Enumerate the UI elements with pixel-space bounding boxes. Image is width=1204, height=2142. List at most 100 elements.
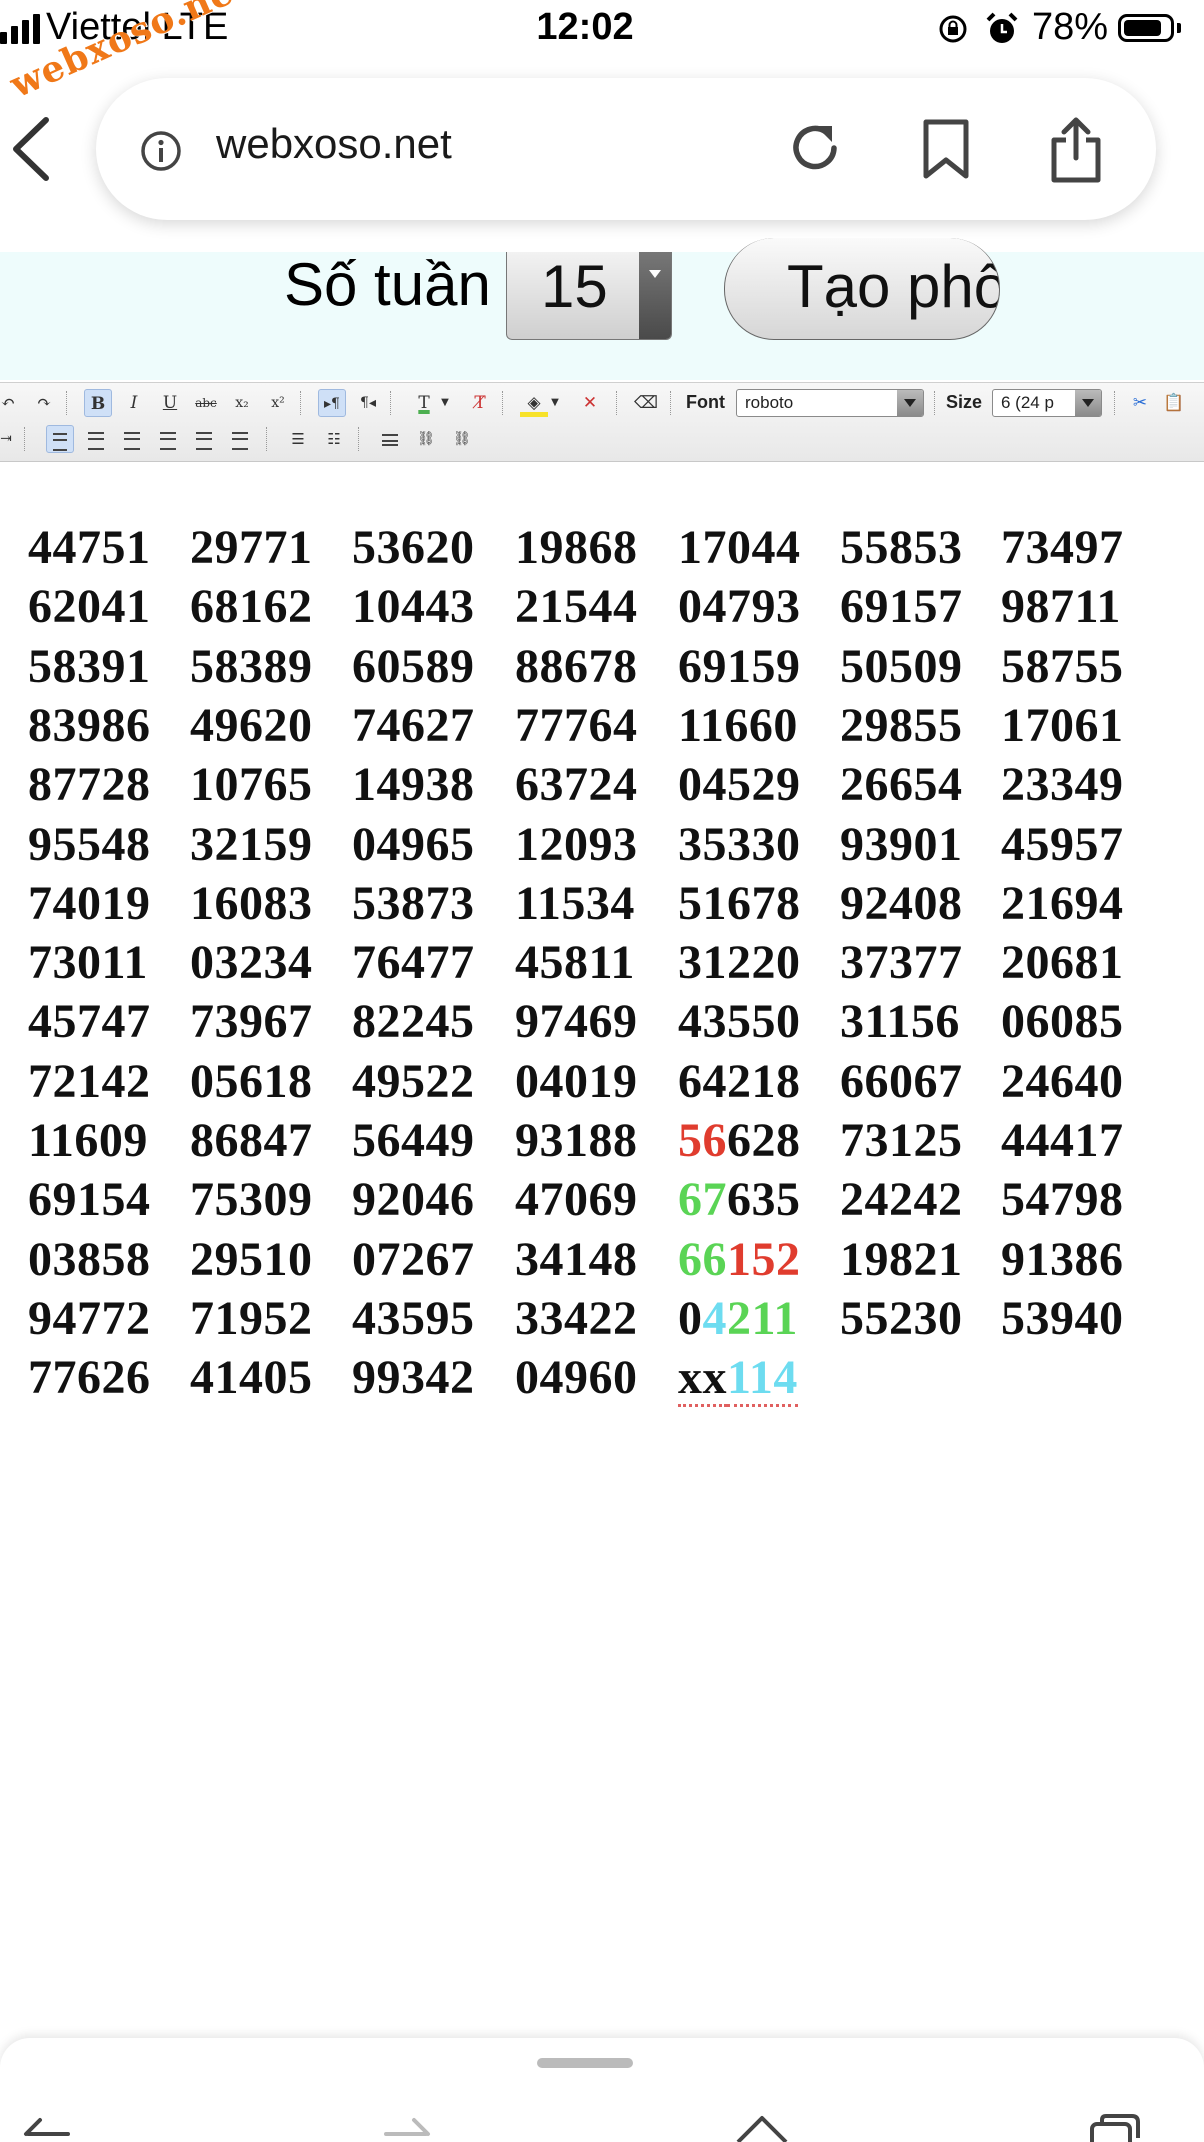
chevron-down-icon[interactable]: ▼: [548, 389, 562, 417]
nav-forward-icon[interactable]: [376, 2112, 436, 2142]
number-cell: 10765: [190, 755, 313, 814]
back-icon[interactable]: [8, 114, 52, 184]
number-cell: 73125: [840, 1111, 963, 1170]
indent-icon[interactable]: ⇥: [0, 425, 20, 453]
weeks-select[interactable]: 15: [506, 252, 672, 340]
remove-highlight-icon[interactable]: ✕: [576, 389, 604, 417]
size-select[interactable]: 6 (24 p: [992, 389, 1102, 417]
redo-icon[interactable]: ↷: [30, 389, 58, 417]
create-spectrum-button[interactable]: Tạo phổ: [724, 238, 1000, 340]
font-select[interactable]: roboto: [736, 389, 924, 417]
number-segment: 53620: [352, 521, 475, 574]
chevron-down-icon[interactable]: [639, 252, 671, 339]
number-segment: 67: [678, 1173, 727, 1227]
bookmark-icon[interactable]: [920, 118, 972, 180]
eraser-icon[interactable]: ⌫: [632, 389, 660, 417]
number-cell: 17061: [1001, 696, 1124, 755]
number-cell: 31156: [840, 992, 960, 1051]
number-cell: 53940: [1001, 1289, 1124, 1348]
reload-icon[interactable]: [786, 118, 846, 178]
battery-icon: [1118, 14, 1174, 42]
number-cell: 93901: [840, 815, 963, 874]
strikethrough-icon[interactable]: abc: [192, 389, 220, 417]
font-label: Font: [686, 392, 725, 412]
cut-icon[interactable]: ✂: [1126, 389, 1154, 417]
number-segment: 74627: [352, 698, 475, 752]
align-center-icon[interactable]: [118, 425, 146, 453]
number-segment: 06085: [1001, 995, 1124, 1049]
number-cell: 88678: [515, 637, 638, 696]
tabs-icon[interactable]: [1086, 2112, 1146, 2142]
number-cell: 76477: [352, 933, 475, 992]
sheet-grabber[interactable]: [537, 2058, 633, 2068]
number-segment: 53940: [1001, 1291, 1124, 1345]
align-left-plain-icon[interactable]: [82, 425, 110, 453]
rtl-icon[interactable]: ¶◂: [354, 389, 382, 417]
number-cell: 45747: [28, 992, 151, 1051]
justify-full-icon[interactable]: [226, 425, 254, 453]
nav-back-icon[interactable]: [18, 2112, 78, 2142]
number-segment: 14938: [352, 758, 475, 812]
paste-icon[interactable]: 📋: [1160, 389, 1188, 417]
undo-icon[interactable]: ↶: [0, 389, 22, 417]
url-text[interactable]: webxoso.net: [216, 120, 452, 168]
number-row: 69154 75309 92046 47069 67635 24242 54798: [0, 1170, 1204, 1229]
number-cell: 66067: [840, 1052, 963, 1111]
highlight-color-icon[interactable]: ◈: [520, 389, 548, 417]
horizontal-rule-icon[interactable]: [376, 425, 404, 453]
number-row: 44751 29771 53620 19868 17044 55853 73497: [0, 518, 1204, 577]
superscript-icon[interactable]: x²: [264, 389, 292, 417]
number-cell: 10443: [352, 577, 475, 636]
number-row: 45747 73967 82245 97469 43550 31156 06085: [0, 992, 1204, 1051]
number-segment: 49522: [352, 1054, 475, 1108]
link-icon[interactable]: ⛓: [412, 425, 440, 453]
number-segment: 24640: [1001, 1054, 1124, 1108]
number-segment: 77626: [28, 1351, 151, 1405]
bottom-toolbar: [0, 2038, 1204, 2142]
ordered-list-icon[interactable]: ☰: [284, 425, 312, 453]
number-segment: 94772: [28, 1291, 151, 1345]
number-cell: 19821: [840, 1230, 963, 1289]
share-icon[interactable]: [1048, 114, 1104, 184]
number-segment: 04529: [678, 758, 801, 812]
number-cell: 63724: [515, 755, 638, 814]
number-segment: 54798: [1001, 1173, 1124, 1227]
number-cell: xx114: [678, 1348, 798, 1408]
number-segment: 72142: [28, 1054, 151, 1108]
align-right-icon[interactable]: [154, 425, 182, 453]
chevron-down-icon[interactable]: ▼: [438, 389, 452, 417]
editor-toolbar: ↶ ↷ B I U abc x₂ x² ▸¶ ¶◂ T ▼ T̸ ◈ ▼ ✕ ⌫…: [0, 382, 1204, 462]
bold-icon[interactable]: B: [84, 389, 112, 417]
align-left-icon[interactable]: [46, 425, 74, 453]
number-segment: 03858: [28, 1232, 151, 1286]
number-cell: 97469: [515, 992, 638, 1051]
number-cell: 99342: [352, 1348, 475, 1407]
number-cell: 21694: [1001, 874, 1124, 933]
number-cell: 74019: [28, 874, 151, 933]
number-segment: 73011: [28, 936, 148, 990]
number-segment: 73497: [1001, 521, 1124, 574]
unlink-icon[interactable]: ⛓: [448, 425, 476, 453]
text-color-icon[interactable]: T: [410, 389, 438, 417]
number-row: 83986 49620 74627 77764 11660 29855 17061: [0, 696, 1204, 755]
home-icon[interactable]: [732, 2112, 792, 2142]
italic-icon[interactable]: I: [120, 389, 148, 417]
number-segment: 31220: [678, 936, 801, 990]
underline-icon[interactable]: U: [156, 389, 184, 417]
remove-format-icon[interactable]: T̸: [466, 389, 494, 417]
number-cell: 56449: [352, 1111, 475, 1170]
number-cell: 73011: [28, 933, 148, 992]
ltr-icon[interactable]: ▸¶: [318, 389, 346, 417]
subscript-icon[interactable]: x₂: [228, 389, 256, 417]
number-segment: 50509: [840, 639, 963, 693]
number-cell: 67635: [678, 1170, 801, 1229]
font-select-value: roboto: [745, 393, 794, 412]
number-cell: 45811: [515, 933, 635, 992]
address-bar[interactable]: webxoso.net: [96, 78, 1156, 220]
number-segment: 17044: [678, 521, 801, 574]
unordered-list-icon[interactable]: ☷: [320, 425, 348, 453]
info-icon[interactable]: [140, 130, 182, 172]
number-segment: 44417: [1001, 1114, 1124, 1167]
align-justify-icon[interactable]: [190, 425, 218, 453]
number-segment: 76477: [352, 936, 475, 990]
